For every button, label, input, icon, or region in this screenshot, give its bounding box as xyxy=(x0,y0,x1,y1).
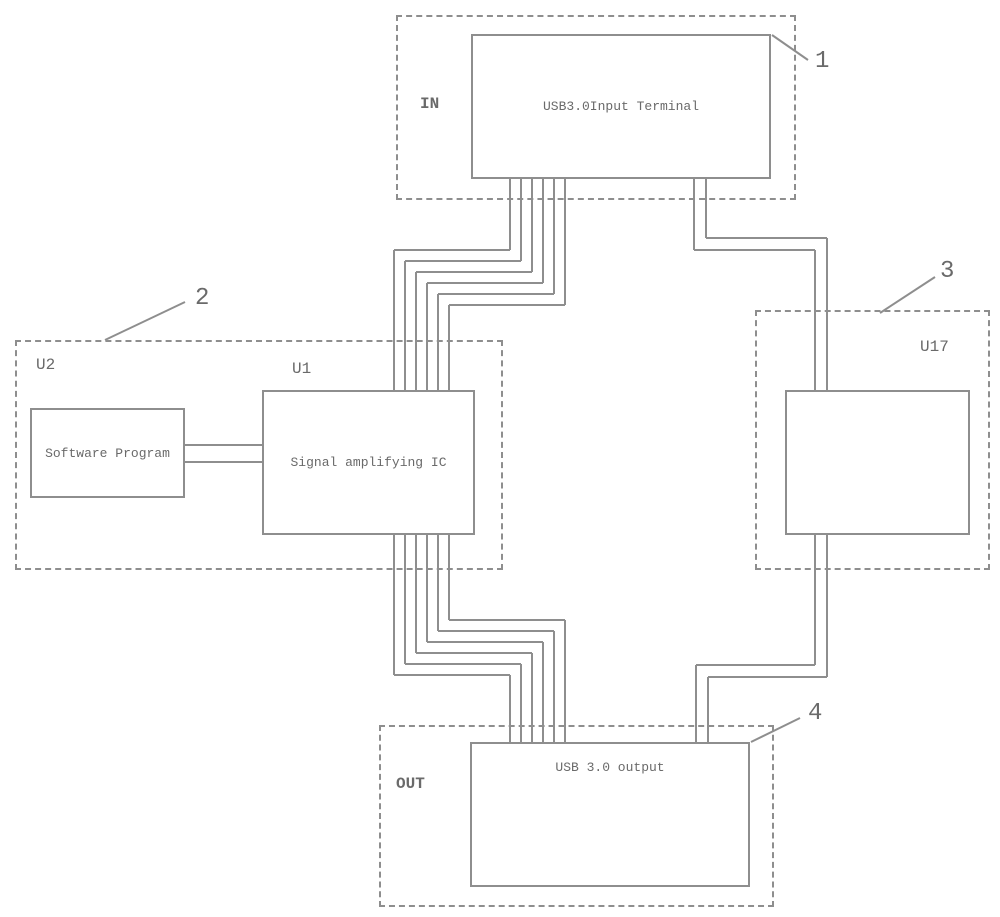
block-2-u2-label: U2 xyxy=(36,356,55,374)
block-4-port-label: OUT xyxy=(396,775,425,793)
block-2-u1-label: U1 xyxy=(292,360,311,378)
block-4-ref: 4 xyxy=(808,700,822,727)
block-3-component xyxy=(785,390,970,535)
block-3-label: U17 xyxy=(920,338,949,356)
block-3-ref: 3 xyxy=(940,258,954,285)
diagram-canvas: USB3.0Input Terminal IN 1 Software Progr… xyxy=(0,0,1000,917)
block-2-u1-component: Signal amplifying IC xyxy=(262,390,475,535)
block-1-component: USB3.0Input Terminal xyxy=(471,34,771,179)
block-1-port-label: IN xyxy=(420,95,439,113)
block-1-component-text: USB3.0Input Terminal xyxy=(543,99,699,114)
block-2-u1-text: Signal amplifying IC xyxy=(290,455,446,470)
block-2-ref: 2 xyxy=(195,285,209,312)
block-2-u2-text: Software Program xyxy=(45,446,170,461)
block-4-component: USB 3.0 output xyxy=(470,742,750,887)
block-2-u2-component: Software Program xyxy=(30,408,185,498)
block-4-component-text: USB 3.0 output xyxy=(555,760,664,775)
block-1-ref: 1 xyxy=(815,48,829,75)
